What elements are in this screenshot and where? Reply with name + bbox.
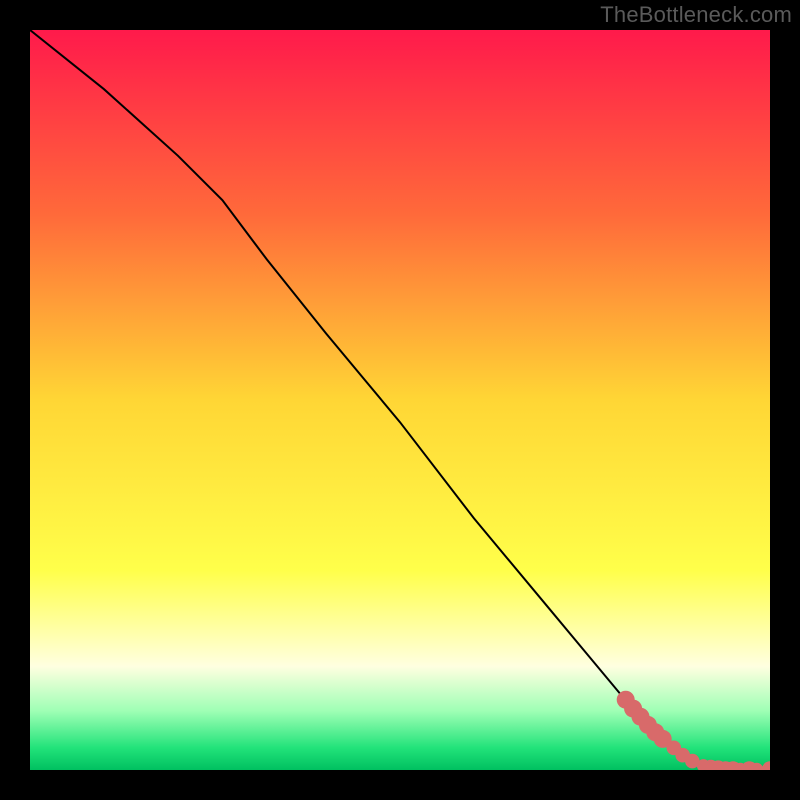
plot-area: [30, 30, 770, 770]
chart-frame: TheBottleneck.com: [0, 0, 800, 800]
chart-svg: [30, 30, 770, 770]
watermark-text: TheBottleneck.com: [600, 2, 792, 28]
gradient-background: [30, 30, 770, 770]
